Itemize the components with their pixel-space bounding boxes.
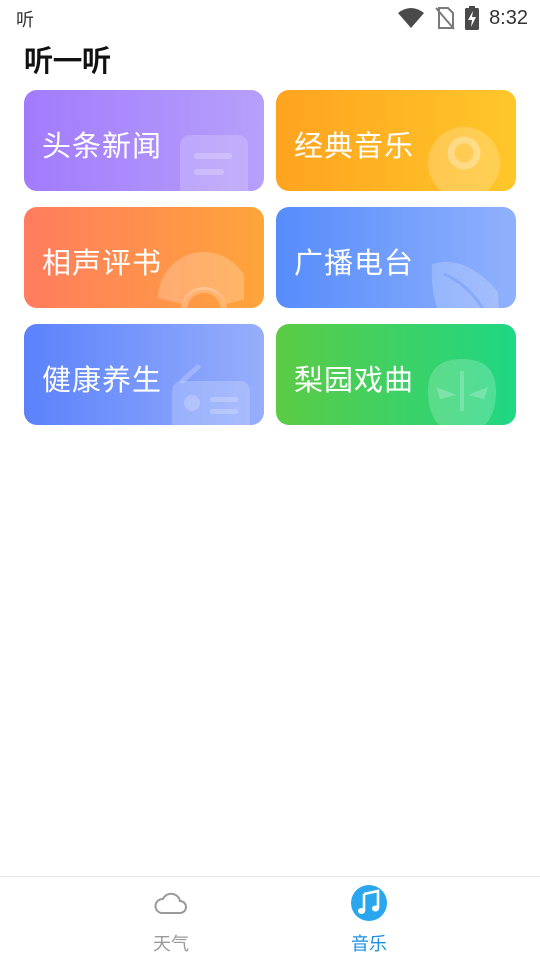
vinyl-record-icon xyxy=(428,127,500,191)
wifi-icon xyxy=(398,8,425,28)
category-label: 经典音乐 xyxy=(294,129,415,163)
no-sim-icon xyxy=(435,7,455,30)
category-label: 梨园戏曲 xyxy=(294,363,415,397)
category-label: 相声评书 xyxy=(42,246,163,280)
nav-tab-music[interactable]: 音乐 xyxy=(319,877,419,960)
radio-icon xyxy=(172,364,250,425)
category-card-headline-news[interactable]: 头条新闻 xyxy=(24,90,264,191)
nav-label-music: 音乐 xyxy=(351,934,387,955)
bottom-nav: 天气 音乐 xyxy=(0,876,540,960)
page-title: 听一听 xyxy=(24,44,112,78)
folding-fan-icon xyxy=(158,252,244,308)
status-bar: 听 8:32 xyxy=(0,0,540,36)
category-card-radio-station[interactable]: 广播电台 xyxy=(276,207,516,308)
status-time: 8:32 xyxy=(489,6,528,29)
category-label: 健康养生 xyxy=(42,363,163,397)
category-card-crosstalk-storytelling[interactable]: 相声评书 xyxy=(24,207,264,308)
nav-tab-weather[interactable]: 天气 xyxy=(121,877,221,960)
status-app-label: 听 xyxy=(16,10,34,31)
category-grid: 头条新闻 经典音乐 相声评书 广播电台 健康养生 梨园戏曲 xyxy=(24,90,516,425)
category-card-chinese-opera[interactable]: 梨园戏曲 xyxy=(276,324,516,425)
leaf-icon xyxy=(431,261,499,308)
nav-label-weather: 天气 xyxy=(153,934,189,955)
category-card-classic-music[interactable]: 经典音乐 xyxy=(276,90,516,191)
cloud-icon xyxy=(154,892,187,914)
category-card-health-wellness[interactable]: 健康养生 xyxy=(24,324,264,425)
category-label: 广播电台 xyxy=(294,246,415,280)
opera-mask-icon xyxy=(428,359,496,425)
category-label: 头条新闻 xyxy=(42,129,163,163)
battery-charging-icon xyxy=(465,6,480,30)
newspaper-icon xyxy=(180,135,248,191)
status-icons: 8:32 xyxy=(397,4,528,32)
music-note-icon xyxy=(351,885,387,921)
